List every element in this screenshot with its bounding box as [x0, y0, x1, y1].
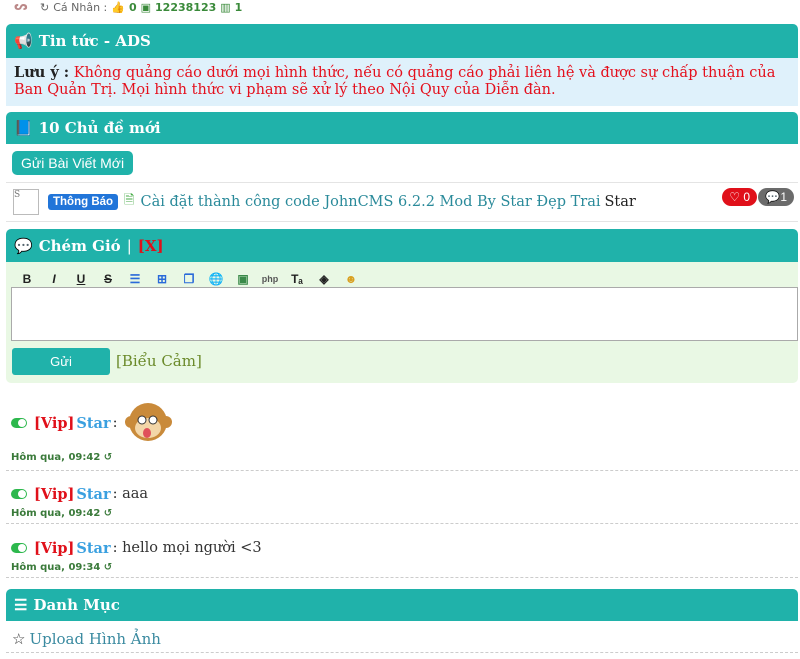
category-title: Danh Mục [33, 596, 120, 614]
vip-tag: [Vip] [34, 414, 75, 432]
chat-header: 💬 Chém Gió | [X] [6, 229, 798, 262]
id-number: 12238123 [155, 0, 217, 14]
chat-message: [Vip] Star : aaa Hôm qua, 09:42 ↺ [6, 484, 798, 524]
thumb-icon: 👍 [111, 0, 125, 14]
news-title: Tin tức - ADS [38, 32, 151, 50]
separator: | [126, 236, 132, 255]
topics-title: 10 Chủ đề mới [38, 119, 161, 137]
online-toggle-icon [11, 418, 27, 428]
star-icon: ☆ [12, 630, 26, 648]
username-link[interactable]: Star [76, 486, 110, 503]
chat-form: B I U S ☰ ⊞ ❐ 🌐 ▣ php Tₐ ◈ ☻ Gửi [Biểu C… [6, 262, 798, 383]
plus-icon[interactable]: ⊞ [153, 271, 171, 287]
new-post-button[interactable]: Gửi Bài Viết Mới [12, 151, 134, 175]
topic-row[interactable]: S Thông Báo 🗎 Cài đặt thành công code Jo… [6, 182, 798, 222]
message-text: : [112, 415, 118, 431]
clock-icon: ↺ [103, 452, 113, 463]
like-count: 0 [743, 190, 750, 204]
user-topbar: ᔕ ↻ Cá Nhân : 👍 0 ▣ 12238123 ▥ 1 [0, 0, 800, 14]
category-header: ☰ Danh Mục [6, 589, 798, 621]
category-item[interactable]: ☆ Upload Hình Ảnh [6, 626, 798, 653]
fill-icon[interactable]: ◈ [315, 271, 333, 287]
like-count-badge[interactable]: ♡ 0 [722, 188, 757, 206]
time-text: Hôm qua, 09:42 [11, 508, 101, 519]
thumb-count: 0 [128, 0, 137, 14]
book-icon: 📘 [14, 119, 33, 137]
online-toggle-icon [11, 489, 27, 499]
time-text: Hôm qua, 09:42 [11, 452, 101, 463]
time-text: Hôm qua, 09:34 [11, 562, 101, 573]
chat-textarea[interactable] [11, 287, 798, 341]
clock-icon: ↺ [103, 508, 113, 519]
chart-icon: ▥ [220, 0, 231, 14]
text-color-icon[interactable]: Tₐ [288, 271, 306, 287]
status-badge: Thông Báo [48, 194, 119, 210]
comment-count-badge[interactable]: 💬1 [758, 188, 794, 206]
emoticon-link[interactable]: [Biểu Cảm] [116, 352, 202, 370]
notice-label: Lưu ý : [14, 64, 70, 81]
page-icon: 🗎 [124, 193, 135, 208]
globe-icon[interactable]: 🌐 [207, 271, 225, 287]
username-link[interactable]: Star [76, 540, 110, 557]
italic-button[interactable]: I [45, 271, 63, 287]
refresh-icon: ↻ [40, 0, 50, 14]
message-time: Hôm qua, 09:42 ↺ [11, 508, 798, 519]
image-icon[interactable]: ▣ [234, 271, 252, 287]
news-header: 📢 Tin tức - ADS [6, 24, 798, 58]
category-item-label[interactable]: Upload Hình Ảnh [29, 630, 161, 648]
heart-icon: ♡ [729, 190, 740, 204]
message-text: : aaa [112, 486, 149, 502]
post-button-wrap: Gửi Bài Viết Mới [0, 144, 134, 175]
message-time: Hôm qua, 09:42 ↺ [11, 452, 798, 463]
online-toggle-icon [11, 543, 27, 553]
monkey-emoticon-icon [125, 403, 173, 441]
avatar[interactable]: S [13, 189, 39, 215]
editor-toolbar: B I U S ☰ ⊞ ❐ 🌐 ▣ php Tₐ ◈ ☻ [6, 262, 798, 288]
topic-author[interactable]: Star [605, 194, 636, 210]
comment-icon: 💬 [765, 190, 781, 204]
chat-title: Chém Gió [38, 236, 121, 255]
logo-icon: ᔕ [14, 0, 28, 13]
message-time: Hôm qua, 09:34 ↺ [11, 562, 798, 573]
list-icon[interactable]: ☰ [126, 271, 144, 287]
close-chat-link[interactable]: [X] [138, 237, 164, 255]
username-link[interactable]: Star [76, 415, 110, 432]
megaphone-icon: 📢 [14, 32, 33, 50]
smiley-icon[interactable]: ☻ [342, 271, 360, 287]
bold-button[interactable]: B [18, 271, 36, 287]
comment-count: 1 [780, 190, 787, 204]
notice-text: Không quảng cáo dưới mọi hình thức, nếu … [14, 65, 776, 98]
strike-button[interactable]: S [99, 271, 117, 287]
vip-tag: [Vip] [34, 485, 75, 503]
topics-header: 📘 10 Chủ đề mới [6, 112, 798, 144]
money-icon: ▣ [140, 0, 152, 14]
copy-icon[interactable]: ❐ [180, 271, 198, 287]
list-icon: ☰ [14, 596, 28, 614]
underline-button[interactable]: U [72, 271, 90, 287]
comments-icon: 💬 [14, 236, 33, 255]
topic-title-link[interactable]: Cài đặt thành công code JohnCMS 6.2.2 Mo… [141, 194, 601, 210]
message-text: : hello mọi người <3 [112, 540, 262, 556]
clock-icon: ↺ [103, 562, 113, 573]
chat-message: [Vip] Star : hello mọi người <3 Hôm qua,… [6, 538, 798, 578]
vip-tag: [Vip] [34, 539, 75, 557]
notice-box: Lưu ý : Không quảng cáo dưới mọi hình th… [6, 58, 798, 106]
send-button[interactable]: Gửi [12, 348, 110, 375]
user-label[interactable]: Cá Nhân : [53, 1, 107, 14]
chat-message: [Vip] Star : Hôm qua, 09:42 ↺ [6, 398, 798, 471]
php-icon[interactable]: php [261, 271, 279, 287]
stat-count: 1 [234, 0, 243, 14]
